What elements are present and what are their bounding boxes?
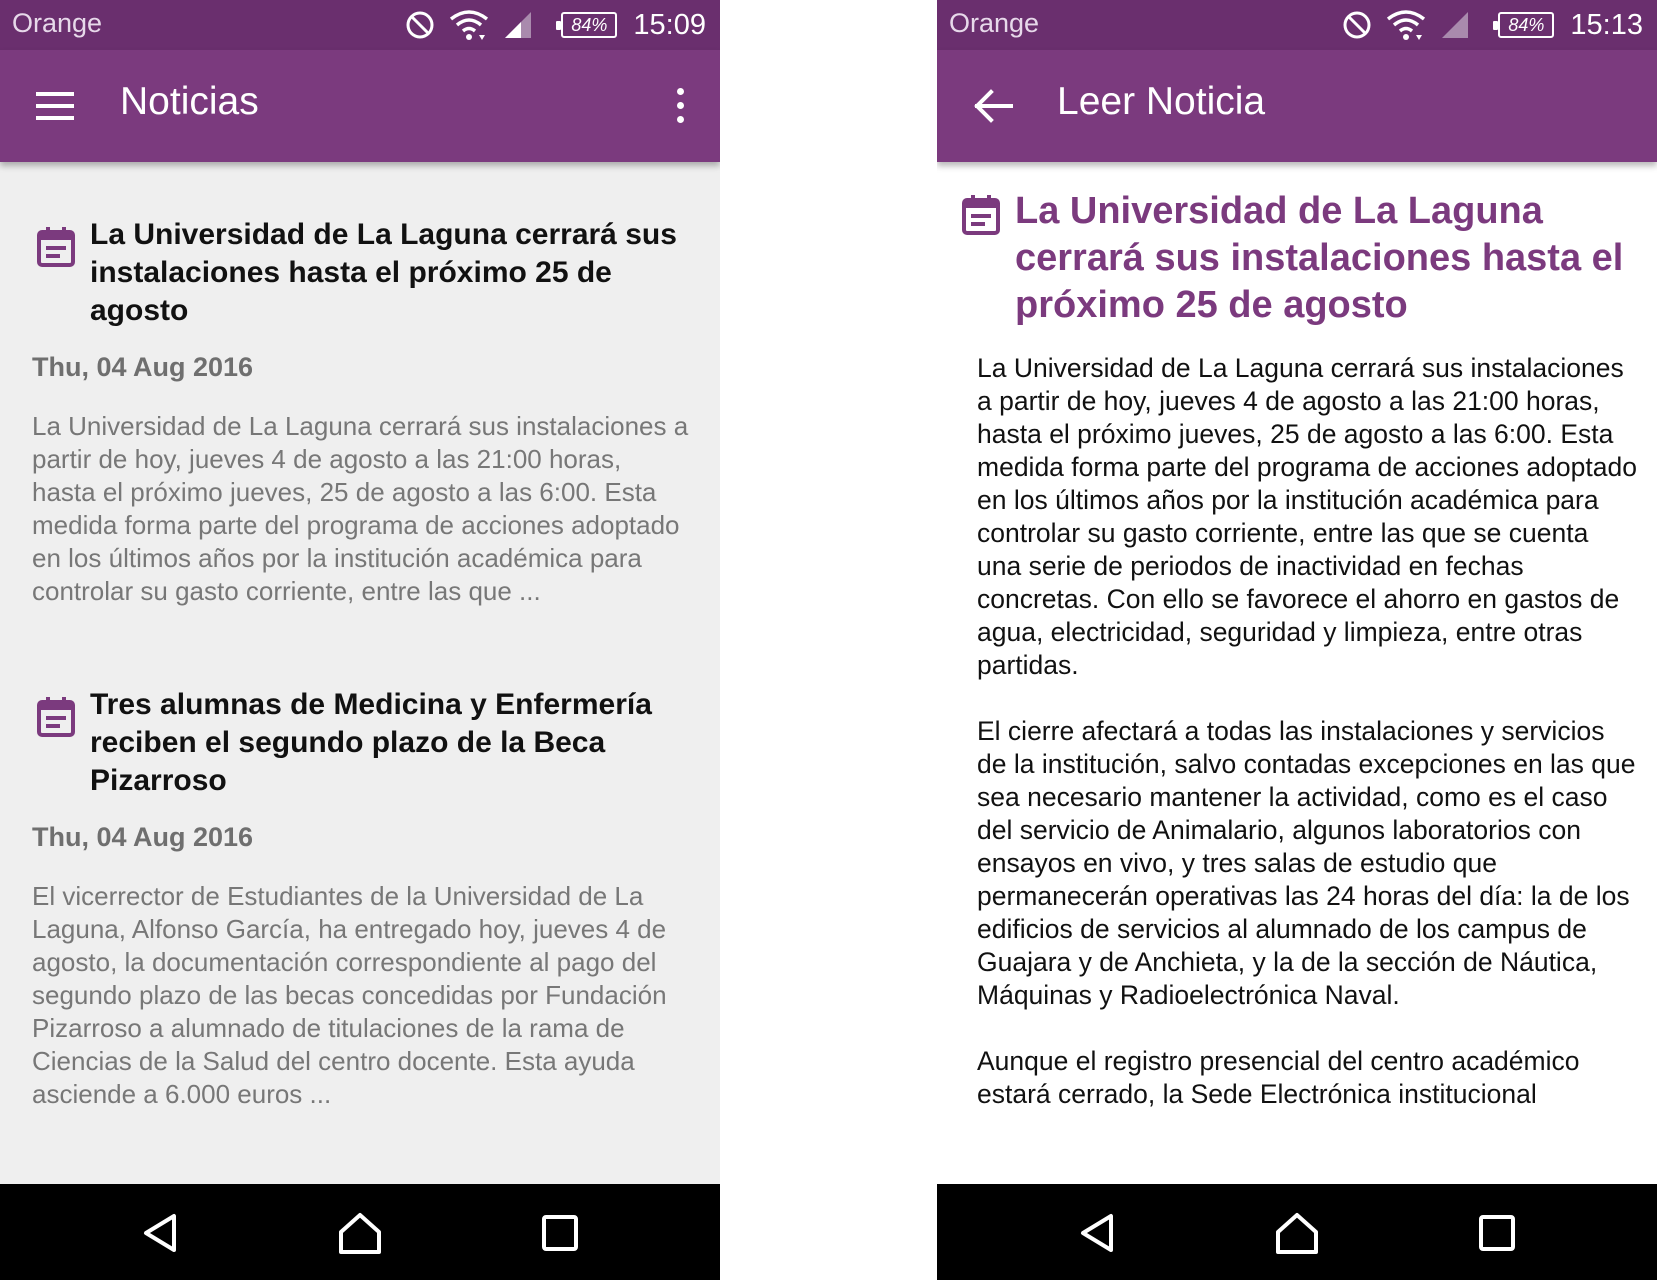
battery-indicator: 84% — [556, 12, 618, 38]
news-title: Tres alumnas de Medicina y Enfermería re… — [90, 688, 652, 797]
menu-icon[interactable] — [30, 86, 80, 126]
news-date: Thu, 04 Aug 2016 — [32, 352, 254, 382]
more-vert-icon[interactable] — [670, 86, 690, 126]
app-bar: Noticias — [0, 50, 720, 162]
news-date: Thu, 04 Aug 2016 — [32, 822, 254, 852]
home-icon[interactable] — [335, 1208, 385, 1258]
article: La Universidad de La Laguna cerrará sus … — [937, 162, 1657, 1184]
calendar-icon — [37, 227, 75, 267]
status-icons: 84% 15:09 — [391, 6, 706, 44]
calendar-icon — [37, 697, 75, 737]
page-title: Noticias — [120, 80, 259, 123]
do-not-disturb-icon — [406, 11, 434, 39]
article-body: La Universidad de La Laguna cerrará sus … — [977, 352, 1637, 1144]
news-summary: La Universidad de La Laguna cerrará sus … — [32, 411, 689, 606]
news-list-screen: Orange 84% 15:09 Noticias La Universidad… — [0, 0, 720, 1280]
battery-indicator: 84% — [1493, 12, 1555, 38]
home-icon[interactable] — [1272, 1208, 1322, 1258]
article-paragraph: La Universidad de La Laguna cerrará sus … — [977, 353, 1637, 680]
status-bar: Orange 84% 15:13 — [937, 0, 1657, 50]
news-list: La Universidad de La Laguna cerrará sus … — [0, 162, 720, 1184]
page-title: Leer Noticia — [1057, 80, 1266, 123]
wifi-icon — [1387, 10, 1426, 40]
system-nav-bar — [937, 1184, 1657, 1280]
recents-square-icon[interactable] — [535, 1208, 585, 1258]
wifi-icon — [450, 10, 489, 40]
clock: 15:13 — [1570, 8, 1643, 41]
do-not-disturb-icon — [1343, 11, 1371, 39]
calendar-icon — [962, 195, 1000, 235]
back-triangle-icon[interactable] — [1073, 1208, 1123, 1258]
article-paragraph: Aunque el registro presencial del centro… — [977, 1046, 1580, 1109]
app-bar: Leer Noticia — [937, 50, 1657, 162]
clock: 15:09 — [633, 8, 706, 41]
battery-percent: 84% — [571, 14, 608, 35]
battery-percent: 84% — [1508, 14, 1545, 35]
system-nav-bar — [0, 1184, 720, 1280]
status-icons: 84% 15:13 — [1328, 6, 1643, 44]
article-screen: Orange 84% 15:13 Leer Noticia La Univers… — [937, 0, 1657, 1280]
carrier-name: Orange — [12, 8, 103, 38]
signal-icon — [1442, 12, 1469, 38]
recents-square-icon[interactable] — [1472, 1208, 1522, 1258]
carrier-name: Orange — [949, 8, 1040, 38]
signal-icon — [505, 12, 532, 38]
status-bar: Orange 84% 15:09 — [0, 0, 720, 50]
list-item[interactable]: Tres alumnas de Medicina y Enfermería re… — [0, 632, 720, 1109]
back-arrow-icon[interactable] — [971, 86, 1015, 126]
list-item[interactable]: La Universidad de La Laguna cerrará sus … — [0, 162, 720, 632]
article-title: La Universidad de La Laguna cerrará sus … — [1015, 190, 1624, 326]
news-title: La Universidad de La Laguna cerrará sus … — [90, 218, 677, 327]
news-summary: El vicerrector de Estudiantes de la Univ… — [32, 881, 667, 1109]
back-triangle-icon[interactable] — [136, 1208, 186, 1258]
article-paragraph: El cierre afectará a todas las instalaci… — [977, 716, 1636, 1010]
